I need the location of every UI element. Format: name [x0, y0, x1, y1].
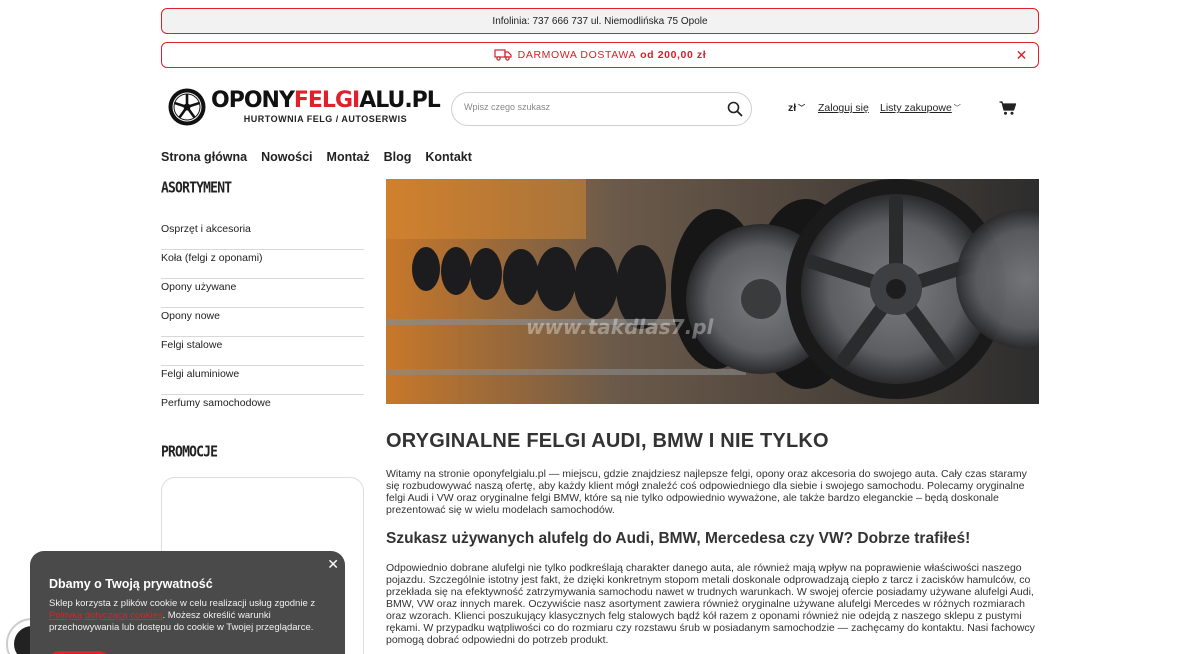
nav-item-fitting[interactable]: Montaż — [327, 150, 370, 164]
wheel-shelf-photo: www.takdlas7.pl — [386, 179, 1039, 404]
main-content: ORYGINALNE FELGI AUDI, BMW I NIE TYLKO W… — [386, 430, 1039, 646]
section-heading: Szukasz używanych alufelg do Audi, BMW, … — [386, 530, 971, 547]
logo-wordmark: OPONYFELGIALU.PL — [211, 88, 441, 113]
shipping-amount: od 200,00 zł — [640, 49, 707, 61]
cookie-policy-link[interactable]: Polityką dotyczącą cookies — [49, 610, 163, 621]
cookie-consent-popup: ✕ Dbamy o Twoją prywatność Sklep korzyst… — [30, 551, 345, 654]
cookie-text: Sklep korzysta z plików cookie w celu re… — [49, 598, 316, 633]
promotions-heading: PROMOCJE — [161, 444, 218, 462]
close-cookie-popup-button[interactable]: ✕ — [327, 556, 339, 573]
search-input[interactable] — [464, 102, 714, 112]
category-list: Osprzęt i akcesoria Koła (felgi z oponam… — [161, 221, 364, 424]
category-item[interactable]: Osprzęt i akcesoria — [161, 221, 364, 250]
login-link[interactable]: Zaloguj się — [818, 102, 869, 114]
assortment-heading: ASORTYMENT — [161, 180, 232, 198]
category-item[interactable]: Felgi stalowe — [161, 337, 364, 366]
wheel-logo-icon — [168, 88, 206, 126]
hero-watermark: www.takdlas7.pl — [526, 315, 715, 339]
main-navigation: Strona główna Nowości Montaż Blog Kontak… — [161, 150, 472, 164]
category-item[interactable]: Felgi aluminiowe — [161, 366, 364, 395]
site-logo[interactable]: OPONYFELGIALU.PL HURTOWNIA FELG / AUTOSE… — [167, 87, 441, 127]
nav-item-new[interactable]: Nowości — [261, 150, 312, 164]
cart-icon[interactable] — [999, 100, 1017, 116]
chevron-down-icon: ﹀ — [798, 105, 806, 112]
free-shipping-bar: DARMOWA DOSTAWA od 200,00 zł ✕ — [161, 42, 1039, 68]
close-shipping-bar-button[interactable]: ✕ — [1016, 47, 1028, 64]
intro-paragraph: Witamy na stronie oponyfelgialu.pl — mie… — [386, 468, 1027, 516]
category-item[interactable]: Koła (felgi z oponami) — [161, 250, 364, 279]
search-icon[interactable] — [727, 101, 743, 117]
category-item[interactable]: Perfumy samochodowe — [161, 395, 364, 424]
page-title: ORYGINALNE FELGI AUDI, BMW I NIE TYLKO — [386, 430, 829, 452]
logo-tagline: HURTOWNIA FELG / AUTOSERWIS — [243, 114, 408, 124]
infoline-text: Infolinia: 737 666 737 ul. Niemodlińska … — [492, 15, 708, 27]
truck-icon — [494, 49, 512, 61]
currency-selector[interactable]: zł ﹀ — [788, 102, 805, 114]
shipping-label: DARMOWA DOSTAWA — [517, 49, 637, 61]
chevron-down-icon: ﹀ — [953, 105, 961, 112]
nav-item-contact[interactable]: Kontakt — [425, 150, 472, 164]
nav-item-blog[interactable]: Blog — [384, 150, 412, 164]
cookie-title: Dbamy o Twoją prywatność — [49, 577, 213, 591]
category-item[interactable]: Opony używane — [161, 279, 364, 308]
nav-item-home[interactable]: Strona główna — [161, 150, 247, 164]
category-item[interactable]: Opony nowe — [161, 308, 364, 337]
site-header: OPONYFELGIALU.PL HURTOWNIA FELG / AUTOSE… — [161, 84, 1039, 134]
infoline-bar: Infolinia: 737 666 737 ul. Niemodlińska … — [161, 8, 1039, 34]
hero-banner-image: www.takdlas7.pl — [386, 179, 1039, 404]
search-box — [451, 92, 752, 126]
section-paragraph: Odpowiednio dobrane alufelgi nie tylko p… — [386, 562, 1035, 646]
shopping-lists-link[interactable]: Listy zakupowe ﹀ — [880, 102, 961, 114]
